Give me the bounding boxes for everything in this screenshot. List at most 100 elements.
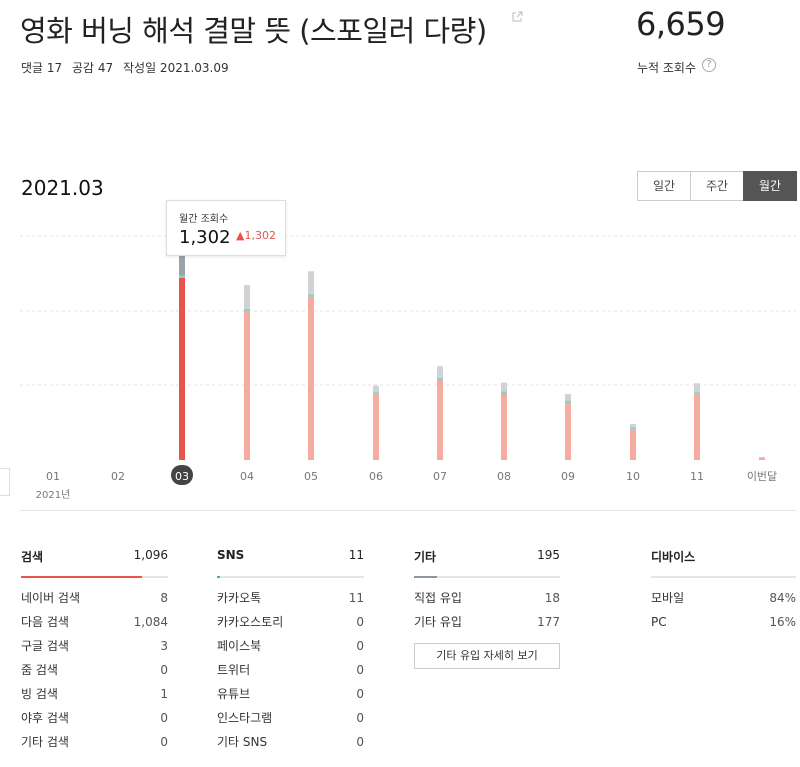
stat-row-value: 0 (160, 663, 168, 677)
stat-row-value: 0 (356, 711, 364, 725)
stat-row: 다음 검색 1,084 (21, 615, 168, 639)
chart-bar-other (630, 423, 636, 428)
stat-row: 빙 검색 1 (21, 687, 168, 711)
tab-monthly[interactable]: 월간 (743, 171, 797, 201)
device-stats-bar (651, 576, 796, 578)
stat-row-value: 11 (348, 591, 364, 605)
tab-daily[interactable]: 일간 (637, 171, 691, 201)
stat-row-label: 카카오스토리 (217, 615, 284, 629)
stat-row: 구글 검색 3 (21, 639, 168, 663)
stat-row: 트위터 0 (217, 663, 364, 687)
sns-stats-title: SNS (217, 548, 245, 562)
chart-x-label: 08 (497, 470, 511, 483)
stat-row-label: 기타 SNS (217, 735, 268, 749)
device-stats: 디바이스 모바일 84% PC 16% (651, 548, 796, 639)
comment-count[interactable]: 댓글 17 (21, 61, 62, 75)
post-meta: 댓글 17 공감 47 작성일 2021.03.09 (21, 59, 235, 76)
chart-bar-sns (694, 392, 700, 395)
stat-row: 기타 SNS 0 (217, 735, 364, 759)
stat-row-label: 모바일 (651, 591, 685, 605)
search-stats-bar-fill (21, 576, 142, 578)
stat-row: 직접 유입 18 (414, 591, 560, 615)
sns-stats-bar-fill (217, 576, 220, 578)
monthly-views-chart: 01 02 03 04 05 06 07 08 09 10 11 이번달 2021년 (20, 235, 796, 501)
chart-bar-sns (501, 391, 507, 394)
chart-x-label: 05 (304, 470, 318, 483)
tooltip-value: 1,302 (179, 227, 231, 248)
period-label: 2021.03 (21, 176, 104, 200)
stat-row-label: 기타 검색 (21, 735, 69, 749)
stat-row-label: 빙 검색 (21, 687, 58, 701)
stat-row-value: 8 (160, 591, 168, 605)
stat-row: 기타 유입 177 (414, 615, 560, 639)
chart-bar-sns (179, 275, 185, 278)
stat-row-value: 0 (160, 735, 168, 749)
search-stats: 검색 1,096 네이버 검색 8 다음 검색 1,084 구글 검색 3 줌 검색 0 빙 검… (21, 548, 168, 759)
chart-x-label: 07 (433, 470, 447, 483)
total-views-label: 누적 조회수 (637, 61, 697, 75)
etc-stats-title: 기타 (414, 550, 437, 564)
period-toggle: 일간 주간 월간 (637, 171, 797, 201)
chart-x-label: 01 (46, 470, 60, 483)
chart-bar-other (437, 366, 443, 379)
stat-row-value: 1,084 (133, 615, 168, 629)
stat-row: 네이버 검색 8 (21, 591, 168, 615)
tooltip-delta: ▲1,302 (236, 229, 276, 242)
chart-bar (308, 296, 314, 460)
chart-bar (179, 277, 185, 460)
tab-weekly[interactable]: 주간 (690, 171, 744, 201)
section-divider (20, 510, 796, 511)
chart-bar-sns (437, 378, 443, 381)
stat-row: 인스타그램 0 (217, 711, 364, 735)
chart-x-label: 10 (626, 470, 640, 483)
stat-row-label: 줌 검색 (21, 663, 58, 677)
chart-bar (759, 457, 765, 460)
stat-row: 모바일 84% (651, 591, 796, 615)
stat-row: 카카오스토리 0 (217, 615, 364, 639)
stat-row-value: 177 (537, 615, 560, 629)
sns-stats-bar (217, 576, 364, 578)
chart-bar (694, 394, 700, 460)
prev-period-button[interactable] (0, 468, 10, 496)
chart-bar-sns (308, 294, 314, 297)
external-link-icon[interactable] (511, 11, 523, 23)
chart-bar (501, 393, 507, 460)
chart-x-label: 이번달 (747, 470, 777, 483)
stat-row-label: 직접 유입 (414, 591, 462, 605)
stat-row-value: 84% (769, 591, 796, 605)
stat-row-value: 0 (356, 735, 364, 749)
stat-row-value: 1 (160, 687, 168, 701)
like-count[interactable]: 공감 47 (72, 61, 113, 75)
etc-detail-button[interactable]: 기타 유입 자세히 보기 (414, 643, 560, 669)
sns-stats-total: 11 (348, 548, 364, 562)
chart-bar-sns (373, 392, 379, 395)
post-date: 작성일 2021.03.09 (123, 61, 229, 75)
stat-row: 페이스북 0 (217, 639, 364, 663)
stat-row-label: 기타 유입 (414, 615, 462, 629)
stat-row: 줌 검색 0 (21, 663, 168, 687)
stat-row-label: 다음 검색 (21, 615, 69, 629)
chart-bar-sns (244, 308, 250, 311)
stat-row-value: 3 (160, 639, 168, 653)
etc-stats-total: 195 (537, 548, 560, 562)
chart-bar (630, 429, 636, 460)
stat-row-value: 0 (356, 615, 364, 629)
etc-stats: 기타 195 직접 유입 18 기타 유입 177 기타 유입 자세히 보기 (414, 548, 560, 669)
total-views: 6,659 (636, 5, 726, 43)
chart-bar-other (308, 271, 314, 295)
stat-row-label: 카카오톡 (217, 591, 262, 605)
chart-bar (565, 402, 571, 460)
stat-row: 유튜브 0 (217, 687, 364, 711)
chart-x-label: 06 (369, 470, 383, 483)
stat-row-label: 인스타그램 (217, 711, 273, 725)
chart-x-label: 04 (240, 470, 254, 483)
chart-bar (373, 394, 379, 460)
chart-bar-other (565, 394, 571, 401)
stat-row-label: PC (651, 615, 667, 629)
etc-stats-bar-fill (414, 576, 438, 578)
chart-bar-other (501, 382, 507, 392)
stat-row-value: 16% (769, 615, 796, 629)
stat-row-value: 0 (160, 711, 168, 725)
stat-row: 야후 검색 0 (21, 711, 168, 735)
help-icon[interactable]: ? (702, 58, 716, 72)
